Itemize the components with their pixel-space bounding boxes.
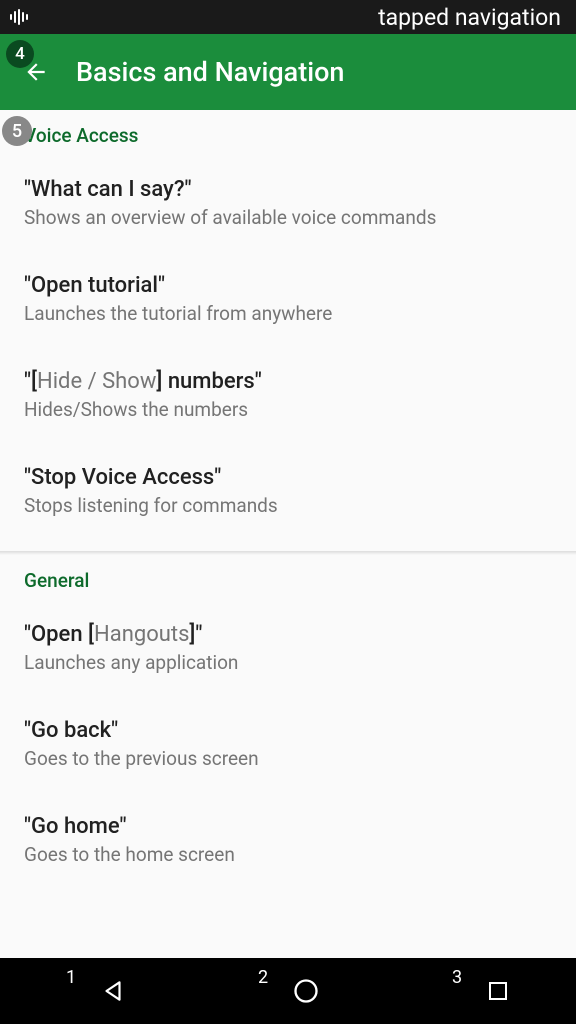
triangle-back-icon [100,978,126,1004]
voice-activity-icon [10,9,28,25]
command-item[interactable]: "Open tutorial" Launches the tutorial fr… [0,251,576,347]
nav-recent-button[interactable]: 3 [452,979,510,1003]
command-description: Shows an overview of available voice com… [24,206,552,229]
section-general: General "Open [Hangouts]" Launches any a… [0,555,576,892]
command-description: Goes to the home screen [24,843,552,866]
status-bar: tapped navigation [0,0,576,34]
command-description: Launches the tutorial from anywhere [24,302,552,325]
command-description: Hides/Shows the numbers [24,398,552,421]
command-item[interactable]: "Go back" Goes to the previous screen [0,696,576,792]
nav-back-button[interactable]: 1 [66,978,126,1004]
command-title: "[Hide / Show] numbers" [24,369,552,394]
command-title: "Go home" [24,814,552,839]
command-title: "Stop Voice Access" [24,465,552,490]
command-title: "What can I say?" [24,177,552,202]
command-description: Stops listening for commands [24,494,552,517]
command-item[interactable]: "Open [Hangouts]" Launches any applicati… [0,600,576,696]
command-title: "Go back" [24,718,552,743]
command-item[interactable]: "What can I say?" Shows an overview of a… [0,155,576,251]
status-text: tapped navigation [378,4,566,31]
content-area: Voice Access "What can I say?" Shows an … [0,110,576,958]
voice-access-badge-4[interactable]: 4 [6,40,34,68]
circle-home-icon [292,977,320,1005]
nav-number: 1 [66,967,76,988]
command-item[interactable]: "[Hide / Show] numbers" Hides/Shows the … [0,347,576,443]
section-voice-access: Voice Access "What can I say?" Shows an … [0,110,576,543]
command-item[interactable]: "Stop Voice Access" Stops listening for … [0,443,576,539]
nav-home-button[interactable]: 2 [258,977,320,1005]
page-title: Basics and Navigation [76,56,344,88]
status-left [10,9,28,25]
command-description: Goes to the previous screen [24,747,552,770]
command-title: "Open [Hangouts]" [24,622,552,647]
command-title: "Open tutorial" [24,273,552,298]
command-item[interactable]: "Go home" Goes to the home screen [0,792,576,888]
square-recent-icon [486,979,510,1003]
nav-number: 3 [452,967,462,988]
section-header: General [0,555,576,600]
command-description: Launches any application [24,651,552,674]
nav-number: 2 [258,967,268,988]
navigation-bar: 1 2 3 [0,958,576,1024]
app-bar: Basics and Navigation [0,34,576,110]
voice-access-badge-5[interactable]: 5 [2,116,32,146]
section-header: Voice Access [0,110,576,155]
